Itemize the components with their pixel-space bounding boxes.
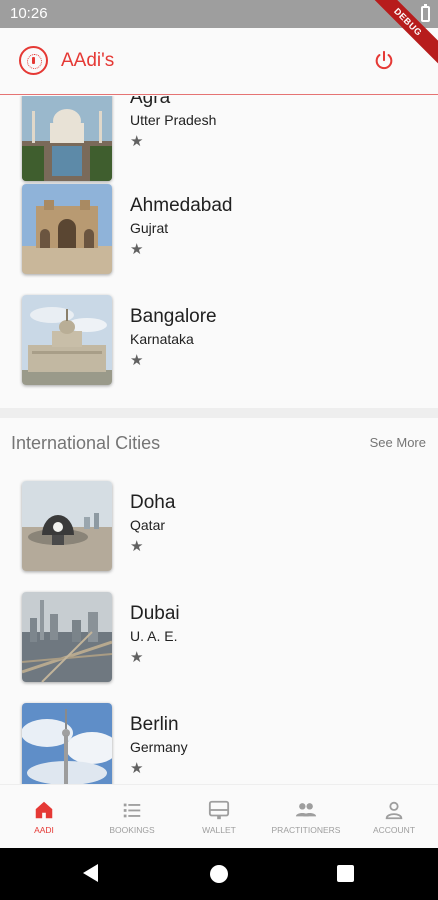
city-image: [22, 592, 112, 682]
city-state: Qatar: [130, 517, 166, 533]
star-icon: ★: [130, 760, 144, 777]
app-title: AAdi's: [61, 50, 115, 71]
star-icon: ★: [130, 649, 144, 666]
battery-icon: [421, 4, 430, 22]
star-icon: ★: [130, 538, 144, 555]
city-name: Ahmedabad: [130, 195, 233, 216]
nav-label: PRACTITIONERS: [271, 825, 341, 835]
section-divider: [0, 408, 438, 418]
wallet-icon: [208, 800, 230, 820]
home-icon: [35, 801, 53, 819]
home-button-icon[interactable]: [210, 865, 228, 883]
app-bar: AAdi's: [0, 28, 438, 95]
city-name: Bangalore: [130, 306, 217, 327]
nav-label: ACCOUNT: [372, 825, 416, 835]
star-icon: ★: [130, 352, 144, 369]
city-card-ahmedabad[interactable]: Ahmedabad Gujrat ★: [0, 180, 438, 291]
city-name: Doha: [130, 492, 176, 513]
city-card-dubai[interactable]: Dubai U. A. E. ★: [0, 588, 438, 699]
city-state: Utter Pradesh: [130, 112, 217, 128]
people-icon: [295, 803, 317, 817]
nav-label: BOOKINGS: [109, 825, 155, 835]
list-icon: [123, 803, 141, 818]
app-screen: 10:26 DEBUG AAdi's Agra Utter Pradesh ★ …: [0, 0, 438, 900]
content-scroll[interactable]: Agra Utter Pradesh ★ Ahmedabad Gujrat ★ …: [0, 96, 438, 784]
city-state: Karnataka: [130, 331, 194, 347]
city-image: [22, 481, 112, 571]
section-title-international: International Cities: [11, 433, 161, 453]
system-navigation-bar: [0, 848, 438, 900]
city-image: [22, 295, 112, 385]
bottom-navigation: AADI BOOKINGS WALLET PRACTITIONERS ACCOU…: [0, 784, 438, 848]
city-state: U. A. E.: [130, 628, 178, 644]
see-more-link[interactable]: See More: [370, 435, 426, 450]
recents-icon[interactable]: [337, 865, 354, 882]
logo-icon: [19, 46, 48, 75]
status-time: 10:26: [10, 5, 48, 22]
city-name: Agra: [130, 96, 171, 108]
nav-item-practitioners[interactable]: PRACTITIONERS: [262, 785, 350, 849]
city-image: [22, 703, 112, 784]
city-image: [22, 184, 112, 274]
city-state: Gujrat: [130, 220, 169, 236]
nav-label: AADI: [34, 825, 54, 835]
city-card-bangalore[interactable]: Bangalore Karnataka ★: [0, 291, 438, 402]
city-card-agra[interactable]: Agra Utter Pradesh ★: [0, 96, 438, 190]
nav-item-account[interactable]: ACCOUNT: [350, 785, 438, 849]
city-state: Germany: [130, 739, 188, 755]
city-name: Dubai: [130, 603, 180, 624]
status-bar: 10:26: [0, 0, 438, 28]
back-icon[interactable]: [83, 864, 98, 882]
city-card-berlin[interactable]: Berlin Germany ★: [0, 699, 438, 784]
city-image: [22, 96, 112, 181]
nav-item-bookings[interactable]: BOOKINGS: [88, 785, 176, 849]
nav-item-aadi[interactable]: AADI: [0, 785, 88, 849]
nav-label: WALLET: [202, 825, 236, 835]
star-icon: ★: [130, 241, 144, 258]
power-icon[interactable]: [373, 50, 395, 72]
star-icon: ★: [130, 133, 144, 150]
person-icon: [385, 801, 403, 820]
city-name: Berlin: [130, 714, 179, 735]
nav-item-wallet[interactable]: WALLET: [175, 785, 263, 849]
city-card-doha[interactable]: Doha Qatar ★: [0, 477, 438, 588]
